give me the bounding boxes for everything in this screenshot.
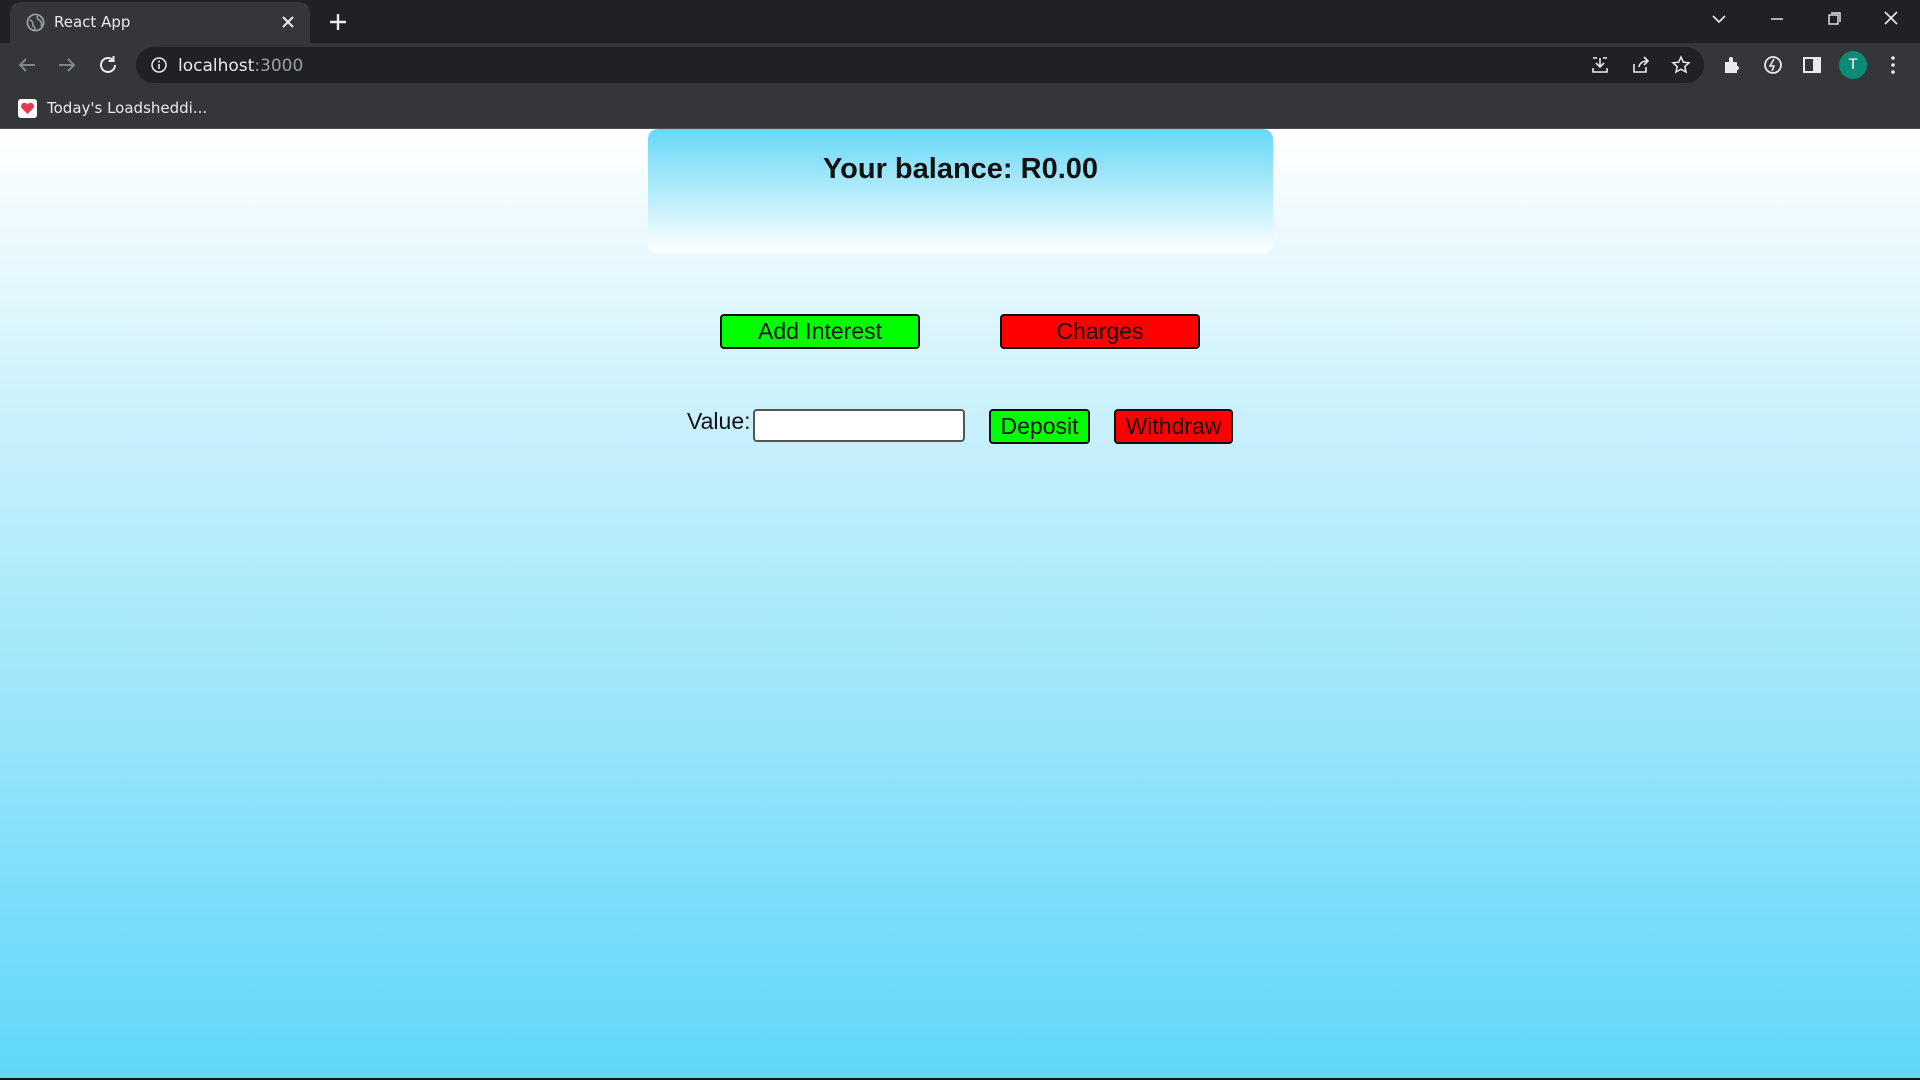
forward-icon[interactable] [55,53,79,77]
close-icon[interactable] [278,12,298,32]
share-icon[interactable] [1631,55,1651,75]
reload-icon[interactable] [96,53,120,77]
add-interest-button[interactable]: Add Interest [720,314,920,349]
url-port: :3000 [254,56,304,76]
balance-title: Your balance: R0.00 [822,153,1099,185]
url-text: localhost:3000 [178,56,303,76]
tab-title: React App [54,13,131,31]
plus-icon[interactable] [326,10,350,34]
bookmark-label: Today's Loadsheddi... [47,99,208,117]
tab-strip: React App [0,0,1920,43]
page-viewport: Your balance: R0.00 Add Interest Charges… [0,129,1920,1080]
side-panel-icon[interactable] [1801,54,1823,76]
browser-tab[interactable]: React App [10,2,310,43]
performance-icon[interactable] [1762,54,1784,76]
bookmarks-bar: Today's Loadsheddi... [0,87,1920,129]
more-options-icon[interactable] [1882,54,1904,76]
deposit-button[interactable]: Deposit [989,409,1090,444]
url-host: localhost [178,56,255,76]
value-label: Value: [687,408,751,434]
globe-icon [26,13,45,32]
install-icon[interactable] [1590,55,1610,75]
profile-avatar[interactable]: T [1839,51,1867,79]
close-window-icon[interactable] [1878,8,1904,30]
minimize-icon[interactable] [1764,8,1790,30]
withdraw-button[interactable]: Withdraw [1114,409,1233,444]
star-icon[interactable] [1671,55,1691,75]
restore-icon[interactable] [1821,8,1847,30]
browser-toolbar: localhost:3000 T [0,43,1920,87]
chevron-down-icon[interactable] [1706,8,1732,30]
value-input[interactable] [753,409,965,442]
extensions-icon[interactable] [1721,54,1743,76]
heart-icon [18,99,37,118]
charges-button[interactable]: Charges [1000,314,1200,349]
balance-card: Your balance: R0.00 [648,129,1273,254]
back-icon[interactable] [15,53,39,77]
address-bar[interactable]: localhost:3000 [136,47,1704,83]
info-icon[interactable] [150,56,168,74]
